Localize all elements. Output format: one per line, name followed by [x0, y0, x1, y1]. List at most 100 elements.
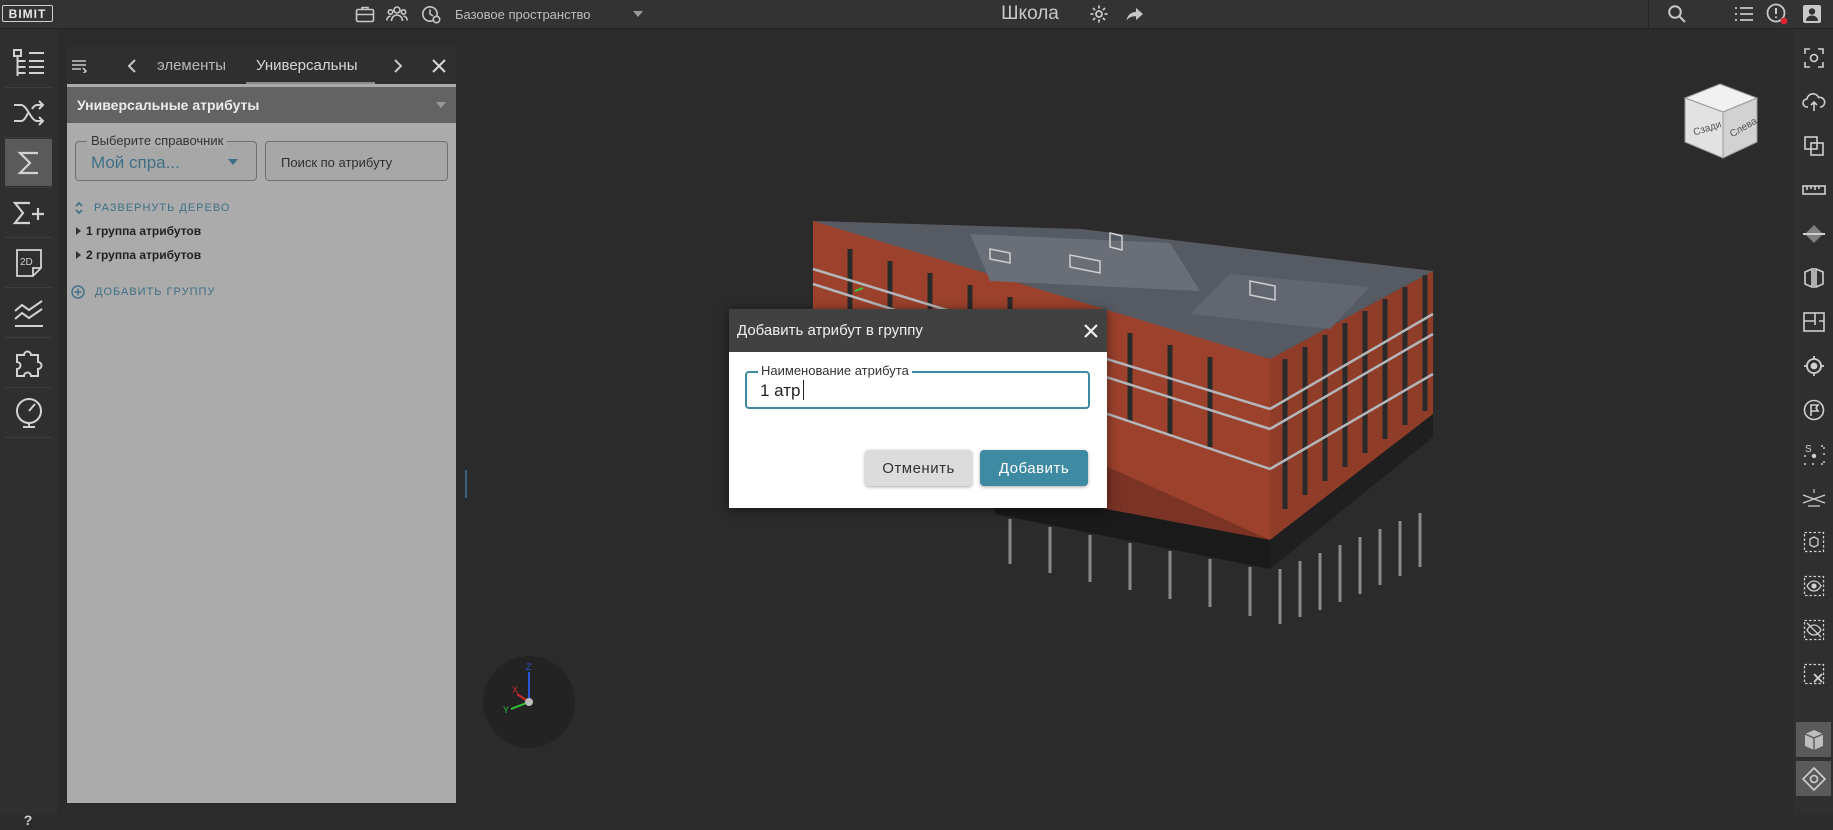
dialog-header: Добавить атрибут в группу: [729, 309, 1107, 352]
add-attribute-dialog: Добавить атрибут в группу Наименование а…: [729, 309, 1107, 508]
viewport-3d[interactable]: Сзади Слева Z X Y: [470, 29, 1792, 815]
caret-right-icon: [76, 227, 81, 235]
attribute-search-input[interactable]: Поиск по атрибуту: [265, 141, 448, 181]
grid-axes-icon[interactable]: [1796, 480, 1831, 515]
drawing-2d-icon[interactable]: 2D: [5, 239, 52, 286]
section-title[interactable]: Универсальные атрибуты: [67, 87, 456, 123]
add-group-button[interactable]: ДОБАВИТЬ ГРУППУ: [71, 285, 215, 299]
history-icon[interactable]: [420, 3, 442, 25]
show-icon[interactable]: [1796, 568, 1831, 603]
target-icon[interactable]: [1796, 348, 1831, 383]
split-view-icon[interactable]: [1796, 260, 1831, 295]
view-cube[interactable]: Сзади Слева: [1679, 80, 1761, 162]
tree-item-label: 1 группа атрибутов: [86, 224, 202, 238]
selection-icon[interactable]: S: [1796, 436, 1831, 471]
attribute-name-field[interactable]: Наименование атрибута 1 атр: [745, 363, 1090, 409]
cancel-button[interactable]: Отменить: [865, 450, 972, 486]
expand-icon: [75, 201, 83, 215]
building-model: [812, 221, 1434, 624]
rail-divider: [5, 237, 52, 238]
flag-icon[interactable]: [1796, 392, 1831, 427]
expand-tree-label: РАЗВЕРНУТЬ ДЕРЕВО: [94, 202, 231, 214]
gauge-icon[interactable]: [5, 389, 52, 436]
axis-x-label: X: [512, 685, 518, 695]
add-circle-icon: [71, 285, 85, 299]
rail-divider: [5, 87, 52, 88]
attribute-name-input[interactable]: 1 атр: [760, 381, 801, 401]
rail-divider: [5, 137, 52, 138]
sigma-plus-icon[interactable]: [5, 189, 52, 236]
add-group-label: ДОБАВИТЬ ГРУППУ: [95, 286, 216, 298]
help-icon[interactable]: ?: [18, 810, 38, 830]
dictionary-select-value: Мой спра...: [91, 153, 180, 172]
team-icon[interactable]: [386, 3, 408, 25]
list-icon[interactable]: [1733, 3, 1755, 25]
floor-plan-icon[interactable]: [1796, 304, 1831, 339]
left-toolbar: 2D ?: [0, 29, 57, 828]
ruler-icon[interactable]: [1796, 172, 1831, 207]
attribute-search-placeholder: Поиск по атрибуту: [281, 155, 393, 170]
axis-gizmo[interactable]: Z X Y: [483, 656, 575, 748]
attribute-name-label: Наименование атрибута: [758, 363, 912, 378]
tree-item-group-1[interactable]: 1 группа атрибутов: [76, 224, 201, 238]
fit-view-icon[interactable]: [1796, 40, 1831, 75]
tree-item-label: 2 группа атрибутов: [86, 248, 202, 262]
chevron-down-icon: [228, 159, 238, 165]
sigma-icon[interactable]: [5, 139, 52, 186]
share-icon[interactable]: [1124, 3, 1146, 25]
dialog-title: Добавить атрибут в группу: [737, 322, 923, 339]
notifications-icon[interactable]: [1766, 3, 1788, 25]
section-title-label: Универсальные атрибуты: [77, 97, 260, 113]
caret-right-icon: [76, 251, 81, 259]
chevron-down-icon: [436, 102, 446, 108]
isolate-icon[interactable]: [1796, 524, 1831, 559]
rail-divider: [5, 337, 52, 338]
chevron-right-icon[interactable]: [393, 58, 407, 73]
rail-divider: [5, 387, 52, 388]
chart-lines-icon[interactable]: [5, 289, 52, 336]
tab-universal[interactable]: Универсальны: [246, 47, 376, 84]
close-icon[interactable]: [1083, 323, 1099, 339]
panel-header: элементы Универсальны: [67, 47, 456, 84]
navigation-icon[interactable]: [1796, 761, 1831, 796]
add-button[interactable]: Добавить: [980, 450, 1088, 486]
axis-y-label: Y: [503, 705, 509, 715]
search-icon[interactable]: [1666, 3, 1688, 25]
rail-divider: [5, 187, 52, 188]
close-icon[interactable]: [431, 58, 447, 74]
tree-item-group-2[interactable]: 2 группа атрибутов: [76, 248, 201, 262]
dictionary-select-label: Выберите справочник: [87, 133, 228, 148]
rail-divider: [5, 287, 52, 288]
resize-handle[interactable]: [465, 470, 467, 498]
rail-divider: [5, 437, 52, 438]
chevron-left-icon[interactable]: [127, 58, 141, 73]
shuffle-icon[interactable]: [5, 89, 52, 136]
cloud-icon[interactable]: [1796, 84, 1831, 119]
menu-icon[interactable]: [71, 59, 87, 73]
svg-text:S: S: [1805, 444, 1812, 455]
puzzle-icon[interactable]: [5, 339, 52, 386]
section-box-icon[interactable]: [1796, 128, 1831, 163]
project-title: Школа: [1001, 3, 1059, 24]
toolbar-divider: [1648, 0, 1649, 29]
clear-selection-icon[interactable]: [1796, 656, 1831, 691]
hide-icon[interactable]: [1796, 612, 1831, 647]
space-select[interactable]: Базовое пространство: [455, 3, 643, 25]
section-plane-icon[interactable]: [1796, 216, 1831, 251]
gear-icon[interactable]: [1088, 3, 1110, 25]
account-icon[interactable]: [1801, 3, 1823, 25]
solid-view-icon[interactable]: [1796, 722, 1831, 757]
expand-tree-button[interactable]: РАЗВЕРНУТЬ ДЕРЕВО: [74, 201, 230, 215]
top-bar: BIMIT Базовое пространство Школа: [0, 0, 1833, 29]
app-logo[interactable]: BIMIT: [2, 5, 53, 22]
svg-text:2D: 2D: [20, 257, 33, 268]
tab-elements[interactable]: элементы: [147, 47, 236, 84]
axis-z-label: Z: [526, 662, 532, 672]
model-tree-icon[interactable]: [5, 39, 52, 86]
briefcase-icon[interactable]: [354, 3, 376, 25]
right-toolbar: S: [1793, 29, 1833, 815]
text-cursor: [803, 380, 804, 400]
dictionary-select[interactable]: Выберите справочник Мой спра...: [75, 133, 257, 181]
space-select-value: Базовое пространство: [455, 6, 591, 22]
chevron-down-icon: [633, 11, 643, 17]
